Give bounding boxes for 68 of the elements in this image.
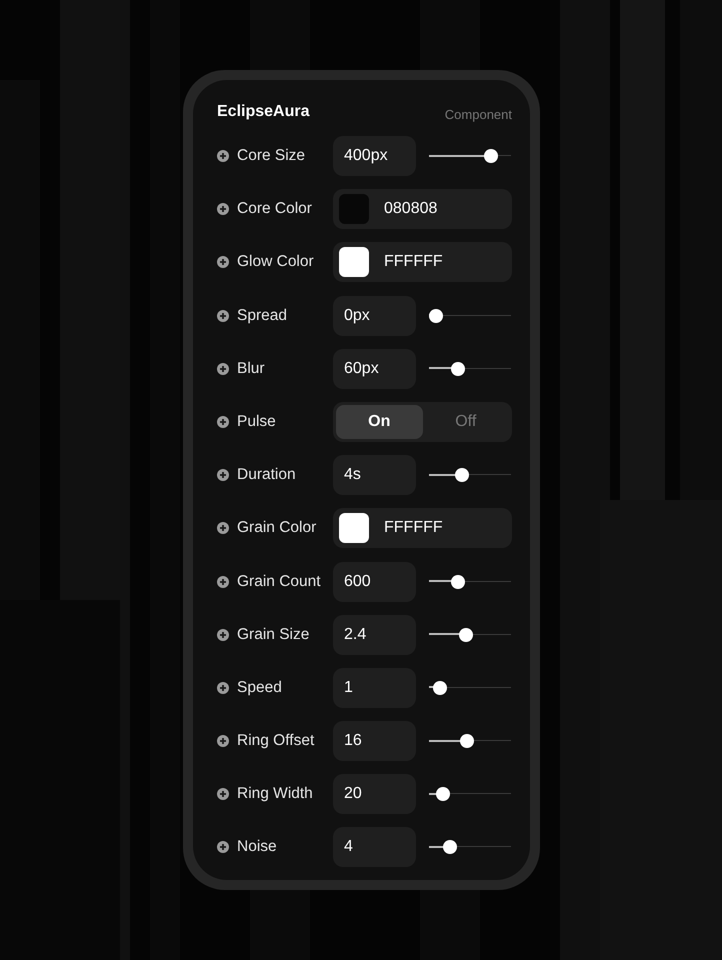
property-label: Pulse xyxy=(237,412,276,431)
value-field[interactable]: 2.4 xyxy=(333,614,416,655)
value-field[interactable]: 4s xyxy=(333,455,416,496)
slider[interactable] xyxy=(429,734,511,748)
slider-thumb[interactable] xyxy=(460,734,474,748)
plus-icon[interactable] xyxy=(217,522,229,534)
slider[interactable] xyxy=(429,574,511,588)
slider[interactable] xyxy=(429,149,511,163)
slider[interactable] xyxy=(429,680,511,695)
panel-subtitle: Component xyxy=(444,106,512,122)
slider-thumb[interactable] xyxy=(433,680,448,695)
plus-icon[interactable] xyxy=(217,362,229,375)
plus-icon[interactable] xyxy=(217,628,229,641)
slider-thumb[interactable] xyxy=(450,574,465,588)
slider-thumb[interactable] xyxy=(459,628,474,642)
slider[interactable] xyxy=(429,628,511,642)
plus-icon[interactable] xyxy=(217,256,229,268)
property-label: Spread xyxy=(237,306,287,325)
property-label: Glow Color xyxy=(237,253,314,272)
plus-icon[interactable] xyxy=(217,788,229,800)
plus-icon[interactable] xyxy=(217,735,229,748)
plus-icon[interactable] xyxy=(217,576,229,588)
value-field[interactable]: 1 xyxy=(333,668,416,708)
value-field[interactable]: 600 xyxy=(333,562,416,602)
toggle-option[interactable]: On xyxy=(336,404,422,439)
slider-thumb[interactable] xyxy=(454,468,469,482)
value-field[interactable]: 400px xyxy=(333,136,416,176)
value-field[interactable]: 16 xyxy=(333,721,416,762)
property-label: Grain Count xyxy=(237,572,321,590)
property-label: Noise xyxy=(237,838,277,856)
property-label: Duration xyxy=(237,466,296,484)
plus-icon[interactable] xyxy=(217,150,229,162)
plus-icon[interactable] xyxy=(217,203,229,216)
plus-icon[interactable] xyxy=(217,310,229,322)
color-field[interactable]: FFFFFF xyxy=(333,242,512,282)
value-field[interactable]: 0px xyxy=(333,296,416,336)
plus-icon[interactable] xyxy=(217,841,229,854)
slider-thumb[interactable] xyxy=(429,308,443,323)
panel-title: EclipseAura xyxy=(217,103,310,121)
plus-icon[interactable] xyxy=(217,469,229,482)
color-swatch[interactable] xyxy=(339,194,369,224)
color-field[interactable]: FFFFFF xyxy=(333,508,512,548)
property-label: Ring Offset xyxy=(237,732,314,750)
slider[interactable] xyxy=(429,787,511,802)
property-label: Speed xyxy=(237,678,282,697)
slider[interactable] xyxy=(429,840,511,854)
value-field[interactable]: 20 xyxy=(333,774,416,814)
plus-icon[interactable] xyxy=(217,416,229,428)
slider-thumb[interactable] xyxy=(450,362,465,376)
slider-thumb[interactable] xyxy=(443,840,457,854)
toggle-option[interactable]: Off xyxy=(422,404,509,439)
slider-thumb[interactable] xyxy=(436,787,450,802)
color-field[interactable]: 080808 xyxy=(333,189,512,230)
value-field[interactable]: 4 xyxy=(333,827,416,868)
slider[interactable] xyxy=(429,468,511,482)
slider[interactable] xyxy=(429,308,511,323)
property-label: Core Size xyxy=(237,147,306,165)
property-label: Core Color xyxy=(237,200,312,218)
property-label: Ring Width xyxy=(237,785,313,804)
color-swatch[interactable] xyxy=(339,513,369,544)
property-label: Grain Color xyxy=(237,519,316,538)
color-swatch[interactable] xyxy=(339,247,369,278)
slider[interactable] xyxy=(429,362,511,376)
property-label: Grain Size xyxy=(237,626,310,644)
value-field[interactable]: 60px xyxy=(333,348,416,389)
slider-thumb[interactable] xyxy=(484,149,498,163)
property-label: Blur xyxy=(237,360,265,378)
plus-icon[interactable] xyxy=(217,682,229,694)
